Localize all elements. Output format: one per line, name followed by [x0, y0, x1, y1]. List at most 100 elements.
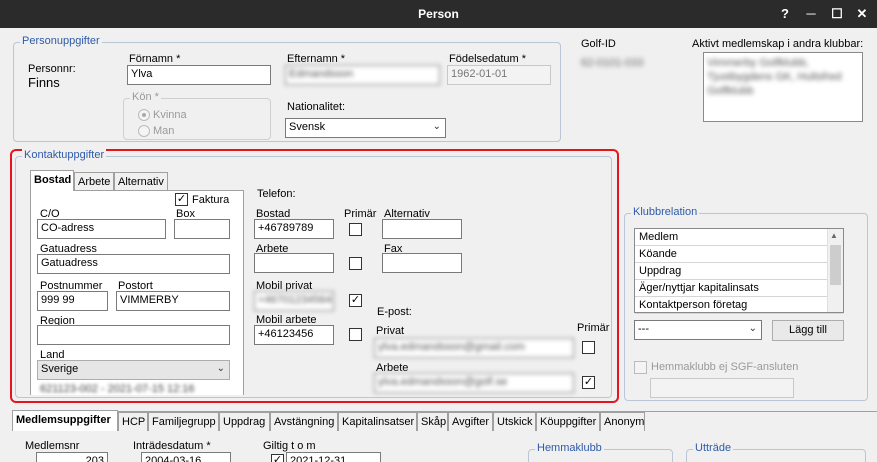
faktura-checkbox[interactable]: ✓: [175, 193, 188, 206]
kon-legend: Kön *: [130, 91, 161, 103]
arbete-phone-input[interactable]: [254, 253, 334, 273]
co-input[interactable]: CO-adress: [37, 219, 166, 239]
epost-primar-label: Primär: [577, 322, 610, 334]
tab-utskick[interactable]: Utskick: [493, 412, 536, 431]
tab-kouppgifter[interactable]: Köuppgifter: [536, 412, 600, 431]
land-footer-text: 621123-002 - 2021-07-15 12:16: [40, 383, 195, 395]
intradesdatum-label: Inträdesdatum *: [133, 440, 211, 452]
uttrade-legend: Utträde: [693, 442, 734, 454]
aktivt-value: Vimmerby Golfklubb, Tjustbygdens GK, Hul…: [707, 57, 842, 97]
arbete-primar-checkbox[interactable]: [349, 257, 362, 270]
mobil-arbete-primar-checkbox[interactable]: [349, 328, 362, 341]
list-item[interactable]: Köande: [635, 246, 843, 263]
nationalitet-value: Svensk: [289, 121, 326, 133]
mobil-privat-primar-checkbox[interactable]: ✓: [349, 294, 362, 307]
region-input[interactable]: [37, 325, 230, 345]
fodelsedatum-input: 1962-01-01: [447, 65, 551, 85]
land-value: Sverige: [41, 363, 79, 375]
epost-privat-primar-checkbox[interactable]: [582, 341, 595, 354]
list-item[interactable]: Äger/nyttjar kapitalinsats: [635, 280, 843, 297]
epost-arbete-primar-checkbox[interactable]: ✓: [582, 376, 595, 389]
gatuadress-input[interactable]: Gatuadress: [37, 254, 230, 274]
chevron-down-icon: ⌄: [216, 363, 225, 374]
fornamn-label: Förnamn *: [129, 53, 181, 65]
aktivt-list[interactable]: Vimmerby Golfklubb, Tjustbygdens GK, Hul…: [703, 52, 863, 122]
giltig-input[interactable]: 2021-12-31: [286, 452, 381, 462]
kon-man-radio[interactable]: [138, 125, 150, 137]
medlemsnr-input[interactable]: 203: [36, 452, 108, 462]
tab-familjegrupp[interactable]: Familjegrupp: [148, 412, 219, 431]
klubbrelation-select-value: ---: [638, 323, 649, 335]
tab-avstangning[interactable]: Avstängning: [270, 412, 338, 431]
scroll-up-icon[interactable]: ▲: [830, 231, 838, 240]
list-item[interactable]: Kontaktperson företag: [635, 297, 843, 314]
epost-privat-input[interactable]: ylva.edmandsson@gmail.com: [374, 338, 574, 358]
kontakt-legend: Kontaktuppgifter: [22, 149, 107, 161]
fax-input[interactable]: [382, 253, 462, 273]
tab-arbete[interactable]: Arbete: [74, 172, 114, 191]
bostad-primar-checkbox[interactable]: [349, 223, 362, 236]
tab-medlemsuppgifter[interactable]: Medlemsuppgifter: [12, 410, 118, 431]
uttrade-group: Utträde: [686, 442, 866, 462]
kon-man-label: Man: [153, 125, 175, 137]
tab-bostad[interactable]: Bostad: [30, 170, 74, 191]
hemmaklubb-group: Hemmaklubb: [528, 442, 673, 462]
tab-avgifter[interactable]: Avgifter: [448, 412, 493, 431]
tab-uppdrag[interactable]: Uppdrag: [219, 412, 270, 431]
tab-hcp[interactable]: HCP: [118, 412, 148, 431]
tab-skap[interactable]: Skåp: [417, 412, 448, 431]
klubbrelation-legend: Klubbrelation: [631, 206, 700, 218]
efternamn-input[interactable]: Edmandsson: [285, 65, 440, 85]
title-bar: Person ? ─ ☐ ✕: [0, 0, 877, 28]
postnummer-input[interactable]: 999 99: [37, 291, 108, 311]
hemmaklubb-checkbox[interactable]: [634, 361, 647, 374]
tab-alternativ[interactable]: Alternativ: [114, 172, 168, 191]
primar-label: Primär: [344, 208, 377, 220]
box-input[interactable]: [174, 219, 230, 239]
faktura-label: Faktura: [192, 194, 230, 206]
epost-privat-label: Privat: [376, 325, 405, 337]
intradesdatum-input[interactable]: 2004-03-16: [141, 452, 231, 462]
list-item[interactable]: Uppdrag: [635, 263, 843, 280]
telefon-label: Telefon:: [257, 188, 296, 200]
giltig-checkbox[interactable]: ✓: [271, 454, 284, 462]
golf-id-value: 62-0101-033: [581, 57, 644, 69]
personuppgifter-legend: Personuppgifter: [20, 35, 102, 47]
chevron-down-icon: ⌄: [432, 121, 441, 132]
bostad-phone-input[interactable]: +46789789: [254, 219, 334, 239]
close-icon[interactable]: ✕: [851, 4, 873, 24]
land-select[interactable]: Sverige ⌄: [37, 360, 230, 380]
personnr-value: Finns: [28, 75, 60, 90]
hemmaklubb-label: Hemmaklubb ej SGF-ansluten: [651, 361, 799, 373]
efternamn-label: Efternamn *: [287, 53, 346, 65]
aktivt-label: Aktivt medlemskap i andra klubbar:: [692, 38, 864, 50]
nationalitet-label: Nationalitet:: [287, 101, 346, 113]
scrollbar-thumb[interactable]: [830, 245, 841, 285]
klubbrelation-select[interactable]: --- ⌄: [634, 320, 762, 340]
list-item[interactable]: Medlem: [635, 229, 843, 246]
epost-label: E-post:: [377, 306, 412, 318]
golf-id-label: Golf-ID: [581, 38, 616, 50]
tab-kapitalinsatser[interactable]: Kapitalinsatser: [338, 412, 417, 431]
personnr-label: Personnr:: [28, 63, 76, 75]
minimize-icon[interactable]: ─: [800, 4, 822, 24]
scrollbar[interactable]: ▲: [827, 229, 843, 312]
kon-kvinna-radio[interactable]: [138, 109, 150, 121]
tab-anonym[interactable]: Anonym: [600, 412, 645, 431]
postort-input[interactable]: VIMMERBY: [116, 291, 230, 311]
fodelsedatum-label: Födelsedatum *: [449, 53, 527, 65]
giltig-label: Giltig t o m: [263, 440, 316, 452]
mobil-privat-input[interactable]: +46701234564: [254, 291, 334, 311]
nationalitet-select[interactable]: Svensk ⌄: [285, 118, 446, 138]
maximize-icon[interactable]: ☐: [826, 4, 848, 24]
chevron-down-icon: ⌄: [748, 323, 757, 334]
help-button[interactable]: ?: [774, 4, 796, 24]
mobil-arbete-input[interactable]: +46123456: [254, 325, 334, 345]
alternativ-phone-input[interactable]: [382, 219, 462, 239]
epost-arbete-input[interactable]: ylva.edmandsson@golf.se: [374, 373, 574, 393]
medlemsnr-label: Medlemsnr: [25, 440, 80, 452]
window-title: Person: [418, 7, 459, 21]
klubbrelation-list[interactable]: Medlem Köande Uppdrag Äger/nyttjar kapit…: [634, 228, 844, 314]
fornamn-input[interactable]: Ylva: [127, 65, 271, 85]
lagg-till-button[interactable]: Lägg till: [772, 320, 844, 341]
